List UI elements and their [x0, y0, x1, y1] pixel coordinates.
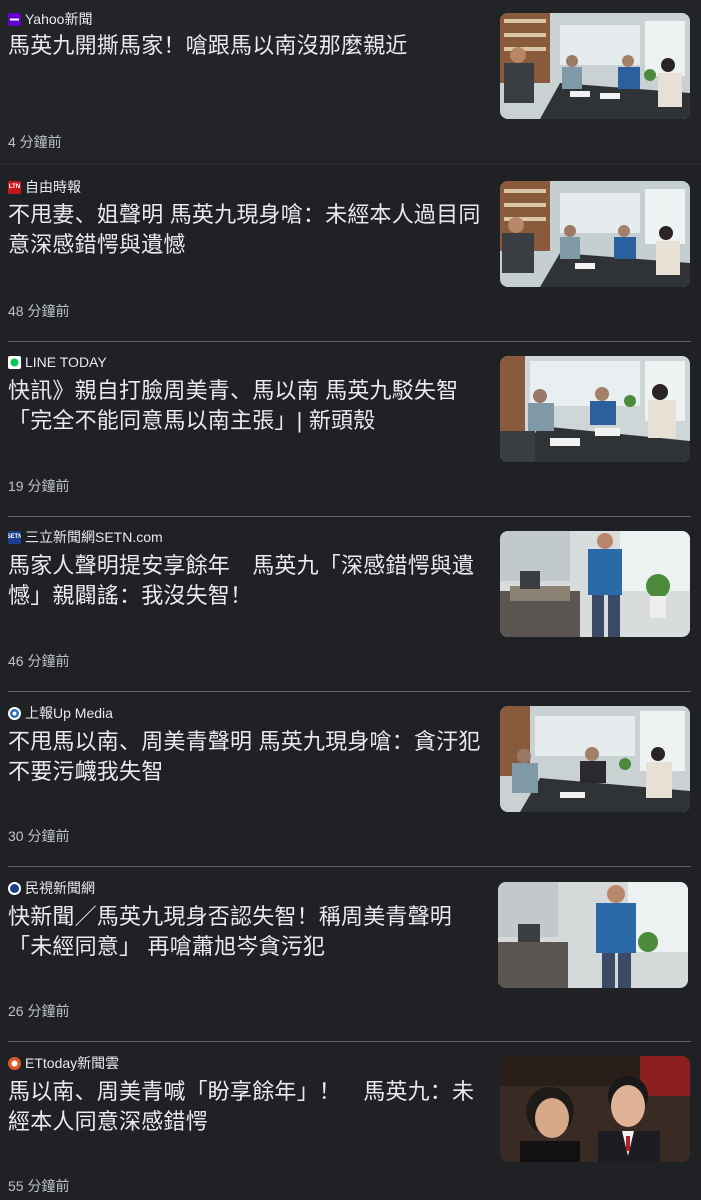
thumbnail-image[interactable]	[500, 1056, 690, 1162]
news-card[interactable]: LINE TODAY 快訊》親自打臉周美青、馬以南 馬英九駁失智「完全不能同意馬…	[0, 342, 701, 517]
news-card[interactable]: ETtoday新聞雲 馬以南、周美青喊「盼享餘年」！ 馬英九：未經本人同意深感錯…	[0, 1042, 701, 1200]
headline-link[interactable]: 馬以南、周美青喊「盼享餘年」！ 馬英九：未經本人同意深感錯愕	[8, 1077, 486, 1137]
timestamp: 26 分鐘前	[8, 1003, 70, 1019]
source-name: Yahoo新聞	[25, 11, 93, 27]
headline-link[interactable]: 馬英九開撕馬家！嗆跟馬以南沒那麼親近	[8, 31, 486, 61]
headline-link[interactable]: 不甩馬以南、周美青聲明 馬英九現身嗆：貪汙犯不要污衊我失智	[8, 727, 486, 787]
timestamp: 46 分鐘前	[8, 653, 70, 669]
news-source: LTN 自由時報	[8, 178, 81, 196]
timestamp: 48 分鐘前	[8, 303, 70, 319]
thumbnail-image[interactable]	[500, 356, 690, 462]
timestamp: 4 分鐘前	[8, 134, 62, 150]
line-today-icon	[8, 355, 21, 369]
thumbnail-image[interactable]	[500, 181, 690, 287]
news-source: SETN 三立新聞網SETN.com	[8, 528, 163, 546]
source-name: 三立新聞網SETN.com	[25, 529, 163, 545]
source-name: 自由時報	[25, 179, 81, 195]
ettoday-icon	[8, 1056, 21, 1070]
news-card[interactable]: 民視新聞網 快新聞／馬英九現身否認失智！稱周美青聲明「未經同意」 再嗆蕭旭岑貪污…	[0, 867, 701, 1042]
news-card[interactable]: 上報Up Media 不甩馬以南、周美青聲明 馬英九現身嗆：貪汙犯不要污衊我失智…	[0, 692, 701, 867]
news-card[interactable]: SETN 三立新聞網SETN.com 馬家人聲明提安享餘年 馬英九「深感錯愕與遺…	[0, 517, 701, 692]
thumbnail-image[interactable]	[500, 531, 690, 637]
upmedia-icon	[8, 706, 21, 720]
headline-link[interactable]: 快新聞／馬英九現身否認失智！稱周美青聲明「未經同意」 再嗆蕭旭岑貪污犯	[8, 902, 486, 962]
timestamp: 30 分鐘前	[8, 828, 70, 844]
yahoo-icon	[8, 12, 21, 26]
source-name: 民視新聞網	[25, 880, 95, 896]
news-feed: Yahoo新聞 馬英九開撕馬家！嗆跟馬以南沒那麼親近 4 分鐘前 LTN 自由時…	[0, 0, 701, 1200]
source-name: 上報Up Media	[25, 705, 113, 721]
thumbnail-image[interactable]	[500, 13, 690, 119]
thumbnail-image[interactable]	[500, 706, 690, 812]
headline-link[interactable]: 快訊》親自打臉周美青、馬以南 馬英九駁失智「完全不能同意馬以南主張」| 新頭殼	[8, 376, 486, 436]
news-source: ETtoday新聞雲	[8, 1054, 119, 1072]
news-source: 上報Up Media	[8, 704, 113, 722]
timestamp: 55 分鐘前	[8, 1178, 70, 1194]
headline-link[interactable]: 馬家人聲明提安享餘年 馬英九「深感錯愕與遺憾」親闢謠：我沒失智！	[8, 551, 486, 611]
news-source: LINE TODAY	[8, 353, 107, 371]
news-source: 民視新聞網	[8, 879, 95, 897]
news-source: Yahoo新聞	[8, 10, 92, 28]
thumbnail-image[interactable]	[498, 882, 688, 988]
ftv-icon	[8, 881, 21, 895]
ltn-icon: LTN	[8, 180, 21, 194]
headline-link[interactable]: 不甩妻、姐聲明 馬英九現身嗆：未經本人過目同意深感錯愕與遺憾	[8, 200, 486, 260]
setn-icon: SETN	[8, 530, 21, 544]
news-card[interactable]: LTN 自由時報 不甩妻、姐聲明 馬英九現身嗆：未經本人過目同意深感錯愕與遺憾 …	[0, 166, 701, 341]
source-name: LINE TODAY	[25, 354, 107, 370]
news-card[interactable]: Yahoo新聞 馬英九開撕馬家！嗆跟馬以南沒那麼親近 4 分鐘前	[0, 0, 701, 165]
timestamp: 19 分鐘前	[8, 478, 70, 494]
source-name: ETtoday新聞雲	[25, 1055, 120, 1071]
